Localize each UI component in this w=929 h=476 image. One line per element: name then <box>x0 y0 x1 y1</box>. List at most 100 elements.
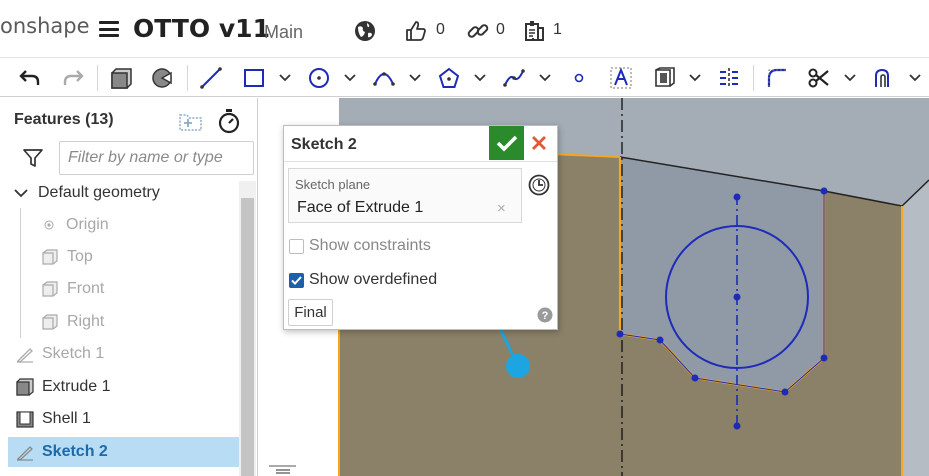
feature-list-panel: Features (13) Default geometry Origin To… <box>8 98 258 476</box>
sketch-dialog: Sketch 2 Sketch plane Face of Extrude 1 … <box>283 125 558 330</box>
like-count: 0 <box>436 21 445 38</box>
chevron-down-icon[interactable] <box>279 72 291 84</box>
sketch-icon <box>16 446 33 461</box>
mirror-icon[interactable] <box>716 65 742 91</box>
view-menu-icon[interactable] <box>276 469 290 474</box>
sketch-plane-label: Sketch plane <box>295 177 371 192</box>
chevron-down-icon[interactable] <box>539 72 551 84</box>
tree-item-label: Origin <box>66 216 109 233</box>
chevron-down-icon[interactable] <box>689 72 701 84</box>
toolbar-divider <box>753 65 754 91</box>
plane-icon <box>42 281 58 297</box>
tree-item-label: Top <box>67 248 93 265</box>
tree-item-label: Sketch 1 <box>42 345 105 362</box>
redo-icon[interactable] <box>60 65 86 91</box>
tree-item-label: Default geometry <box>38 184 160 201</box>
cancel-button[interactable] <box>528 132 550 154</box>
show-overdefined-label: Show overdefined <box>309 271 438 288</box>
stopwatch-icon[interactable] <box>217 108 241 134</box>
add-folder-icon[interactable] <box>178 110 204 132</box>
revolve-icon[interactable] <box>150 65 176 91</box>
chevron-down-icon[interactable] <box>474 72 486 84</box>
dialog-divider <box>284 161 557 162</box>
versions-count: 1 <box>553 21 562 38</box>
tree-item-label: Right <box>67 313 105 330</box>
extrude-icon[interactable] <box>108 65 134 91</box>
line-icon[interactable] <box>198 65 224 91</box>
dialog-title: Sketch 2 <box>291 136 357 153</box>
show-overdefined-checkbox[interactable] <box>289 272 304 288</box>
final-button[interactable]: Final <box>288 299 333 326</box>
extrude-icon <box>16 378 34 396</box>
trim-icon[interactable] <box>806 65 832 91</box>
scrollbar-thumb[interactable] <box>241 198 254 476</box>
rectangle-icon[interactable] <box>241 65 267 91</box>
tree-item-shell-1[interactable]: Shell 1 <box>8 404 239 434</box>
toolbar-divider <box>97 65 98 91</box>
link-icon[interactable] <box>466 19 490 43</box>
tree-item-label: Front <box>67 280 105 297</box>
fillet-icon[interactable] <box>764 65 790 91</box>
globe-icon[interactable] <box>353 19 377 43</box>
help-icon[interactable]: ? <box>537 307 553 323</box>
svg-text:?: ? <box>542 310 549 322</box>
menu-icon[interactable] <box>99 21 119 37</box>
feature-list-scrollbar[interactable] <box>239 181 256 476</box>
show-constraints-label: Show constraints <box>309 237 431 254</box>
link-count: 0 <box>496 21 505 38</box>
undo-icon[interactable] <box>17 65 43 91</box>
checkmark-icon <box>291 275 302 285</box>
tree-item-label: Sketch 2 <box>42 443 108 460</box>
like-icon[interactable] <box>404 19 428 43</box>
chevron-down-icon[interactable] <box>844 72 856 84</box>
app-logo[interactable]: onshape <box>0 14 90 38</box>
checkmark-icon <box>496 135 517 152</box>
close-icon <box>532 136 546 150</box>
show-overdefined-option[interactable]: Show overdefined <box>289 269 437 291</box>
chevron-down-icon[interactable] <box>909 72 921 84</box>
sketch-plane-field[interactable]: Sketch plane Face of Extrude 1 × <box>288 168 522 223</box>
face-icon[interactable] <box>651 65 677 91</box>
tree-item-sketch-2[interactable]: Sketch 2 <box>8 437 239 467</box>
app-header: onshape OTTO v11 Main 0 0 1 <box>0 0 929 57</box>
feature-filter-input[interactable] <box>59 141 254 175</box>
origin-icon <box>44 220 54 230</box>
polygon-icon[interactable] <box>436 65 462 91</box>
history-icon[interactable] <box>527 173 551 197</box>
show-constraints-checkbox[interactable] <box>289 238 304 254</box>
tree-item-origin[interactable]: Origin <box>8 210 239 240</box>
filter-icon[interactable] <box>22 148 44 168</box>
sketch-icon <box>16 348 33 363</box>
tree-item-sketch-1[interactable]: Sketch 1 <box>8 339 239 369</box>
chevron-down-icon[interactable] <box>344 72 356 84</box>
tree-item-front[interactable]: Front <box>8 274 239 304</box>
clear-selection-icon[interactable]: × <box>497 200 506 217</box>
document-title[interactable]: OTTO v11 <box>133 14 270 43</box>
tree-item-right[interactable]: Right <box>8 307 239 337</box>
model-side-face <box>902 180 929 476</box>
tree-item-top[interactable]: Top <box>8 242 239 272</box>
versions-icon[interactable] <box>523 19 547 43</box>
circle-icon[interactable] <box>306 65 332 91</box>
tree-item-extrude-1[interactable]: Extrude 1 <box>8 372 239 402</box>
text-icon[interactable] <box>608 65 634 91</box>
tree-item-label: Extrude 1 <box>42 378 111 395</box>
chevron-down-icon[interactable] <box>409 72 421 84</box>
show-constraints-option[interactable]: Show constraints <box>289 235 431 257</box>
tree-item-label: Shell 1 <box>42 410 91 427</box>
plane-icon <box>42 314 58 330</box>
spline-icon[interactable] <box>501 65 527 91</box>
branch-label[interactable]: Main <box>264 22 303 43</box>
plane-icon <box>42 249 58 265</box>
sketch-plane-value: Face of Extrude 1 <box>297 199 424 216</box>
callout-dot <box>506 354 530 378</box>
tree-item-default-geometry[interactable]: Default geometry <box>8 178 239 208</box>
chevron-down-icon[interactable] <box>14 186 28 200</box>
point-icon[interactable] <box>566 65 592 91</box>
arc-icon[interactable] <box>371 65 397 91</box>
toolbar-divider <box>187 65 188 91</box>
offset-icon[interactable] <box>871 65 897 91</box>
feature-toolbar <box>0 57 929 97</box>
feature-list-title: Features (13) <box>14 111 114 128</box>
accept-button[interactable] <box>489 126 524 160</box>
